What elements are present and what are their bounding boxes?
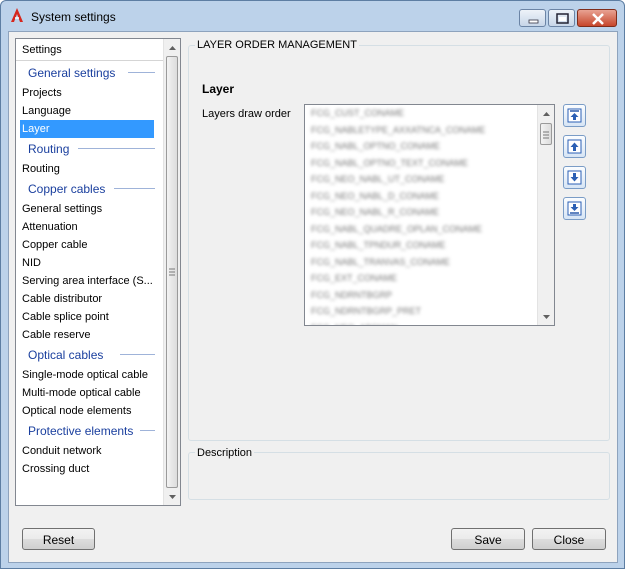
sidebar-item-single-mode[interactable]: Single-mode optical cable xyxy=(16,366,163,384)
settings-tree[interactable]: Settings General settings Projects Langu… xyxy=(15,38,181,506)
layer-list-item[interactable]: FCG_NABL_OPTNO_TEXT_CONAME xyxy=(305,155,537,172)
sidebar-item-projects[interactable]: Projects xyxy=(16,84,163,102)
scroll-up-icon[interactable] xyxy=(538,105,554,122)
layer-list-item[interactable]: FCG_NABL_TPNDUR_CONAME xyxy=(305,237,537,254)
sidebar-item-language[interactable]: Language xyxy=(16,102,163,120)
description-group: Description xyxy=(188,447,610,500)
group-label: Routing xyxy=(28,142,70,156)
sidebar-item-optical-node[interactable]: Optical node elements xyxy=(16,402,163,420)
group-label: Copper cables xyxy=(28,182,106,196)
sidebar-item-routing[interactable]: Routing xyxy=(16,160,163,178)
layer-list-item[interactable]: FCG_NEO_NABL_D_CONAME xyxy=(305,188,537,205)
sidebar-item-conduit-network[interactable]: Conduit network xyxy=(16,442,163,460)
layers-scroll-thumb[interactable] xyxy=(540,123,552,145)
group-routing: Routing xyxy=(16,138,163,160)
sidebar-item-cable-distributor[interactable]: Cable distributor xyxy=(16,290,163,308)
move-to-top-button[interactable] xyxy=(563,104,586,127)
sidebar-scrollbar[interactable] xyxy=(163,39,180,505)
layer-list-item[interactable]: FCG_NDRNTBGRP_PRET xyxy=(305,303,537,320)
sidebar-item-cable-reserve[interactable]: Cable reserve xyxy=(16,326,163,344)
group-label: Protective elements xyxy=(28,424,134,438)
scroll-down-icon[interactable] xyxy=(164,488,180,505)
sidebar-item-copper-cable[interactable]: Copper cable xyxy=(16,236,163,254)
settings-header: Settings xyxy=(16,39,163,61)
scroll-up-icon[interactable] xyxy=(164,39,180,56)
draw-order-label: Layers draw order xyxy=(202,108,291,120)
layer-list-item[interactable]: FCG_NEO_NABL_R_CONAME xyxy=(305,204,537,221)
grip-icon xyxy=(543,131,549,139)
layer-list-item[interactable]: FCG_EXT_CONAME xyxy=(305,270,537,287)
layer-rows: FCG_CUST_CONAME FCG_NABLETYPE_AXXATNCA_CO… xyxy=(305,105,537,326)
sidebar-item-attenuation[interactable]: Attenuation xyxy=(16,218,163,236)
group-general-settings: General settings xyxy=(16,62,163,84)
close-button[interactable]: Close xyxy=(532,528,606,550)
layers-draw-order-list[interactable]: FCG_CUST_CONAME FCG_NABLETYPE_AXXATNCA_CO… xyxy=(304,104,555,326)
sidebar-item-nid[interactable]: NID xyxy=(16,254,163,272)
sidebar-item-serving-area[interactable]: Serving area interface (S... xyxy=(16,272,163,290)
layer-list-item[interactable]: FCG_CUST_CONAME xyxy=(305,105,537,122)
move-down-button[interactable] xyxy=(563,166,586,189)
maximize-icon xyxy=(556,13,569,24)
sidebar-item-copper-general[interactable]: General settings xyxy=(16,200,163,218)
move-up-button[interactable] xyxy=(563,135,586,158)
sidebar-item-layer[interactable]: Layer xyxy=(20,120,154,138)
section-title: LAYER ORDER MANAGEMENT xyxy=(195,39,359,51)
autocad-logo-icon xyxy=(11,8,23,22)
group-optical-cables: Optical cables xyxy=(16,344,163,366)
move-to-bottom-icon xyxy=(567,201,582,216)
group-copper-cables: Copper cables xyxy=(16,178,163,200)
title-bar[interactable]: System settings xyxy=(1,1,624,31)
close-window-button[interactable] xyxy=(577,9,617,27)
group-label: General settings xyxy=(28,66,116,80)
maximize-button[interactable] xyxy=(548,9,575,27)
sidebar-item-multi-mode[interactable]: Multi-mode optical cable xyxy=(16,384,163,402)
move-down-icon xyxy=(567,170,582,185)
layer-list-item[interactable]: FCG_NDRNTBGRP xyxy=(305,287,537,304)
minimize-icon xyxy=(528,19,539,24)
move-to-top-icon xyxy=(567,108,582,123)
settings-list: General settings Projects Language Layer… xyxy=(16,62,163,478)
save-button[interactable]: Save xyxy=(451,528,525,550)
grip-icon xyxy=(169,268,175,276)
sidebar-scroll-thumb[interactable] xyxy=(166,56,178,488)
layers-scrollbar[interactable] xyxy=(537,105,554,325)
minimize-button[interactable] xyxy=(519,9,546,27)
group-protective-elements: Protective elements xyxy=(16,420,163,442)
system-settings-window: System settings Settings General setting… xyxy=(0,0,625,569)
move-up-icon xyxy=(567,139,582,154)
description-title: Description xyxy=(195,447,255,459)
move-to-bottom-button[interactable] xyxy=(563,197,586,220)
layer-list-item[interactable]: FCG_NEO_ABSMAN xyxy=(305,320,537,326)
window-title: System settings xyxy=(31,10,116,24)
reset-button[interactable]: Reset xyxy=(22,528,95,550)
close-icon xyxy=(592,13,604,25)
layer-list-item[interactable]: FCG_NABL_QUADRE_OPLAN_CONAME xyxy=(305,221,537,238)
layer-list-item[interactable]: FCG_NABL_TRANVAS_CONAME xyxy=(305,254,537,271)
layer-heading: Layer xyxy=(202,82,235,96)
layer-order-group: LAYER ORDER MANAGEMENT Layer Layers draw… xyxy=(188,39,610,441)
group-label: Optical cables xyxy=(28,348,104,362)
dialog-client-area: Settings General settings Projects Langu… xyxy=(8,31,618,563)
sidebar-item-crossing-duct[interactable]: Crossing duct xyxy=(16,460,163,478)
layer-list-item[interactable]: FCG_NEO_NABL_UT_CONAME xyxy=(305,171,537,188)
sidebar-item-cable-splice-point[interactable]: Cable splice point xyxy=(16,308,163,326)
scroll-down-icon[interactable] xyxy=(538,308,554,325)
layer-list-item[interactable]: FCG_NABLETYPE_AXXATNCA_CONAME xyxy=(305,122,537,139)
layer-list-item[interactable]: FCG_NABL_OPTNO_CONAME xyxy=(305,138,537,155)
